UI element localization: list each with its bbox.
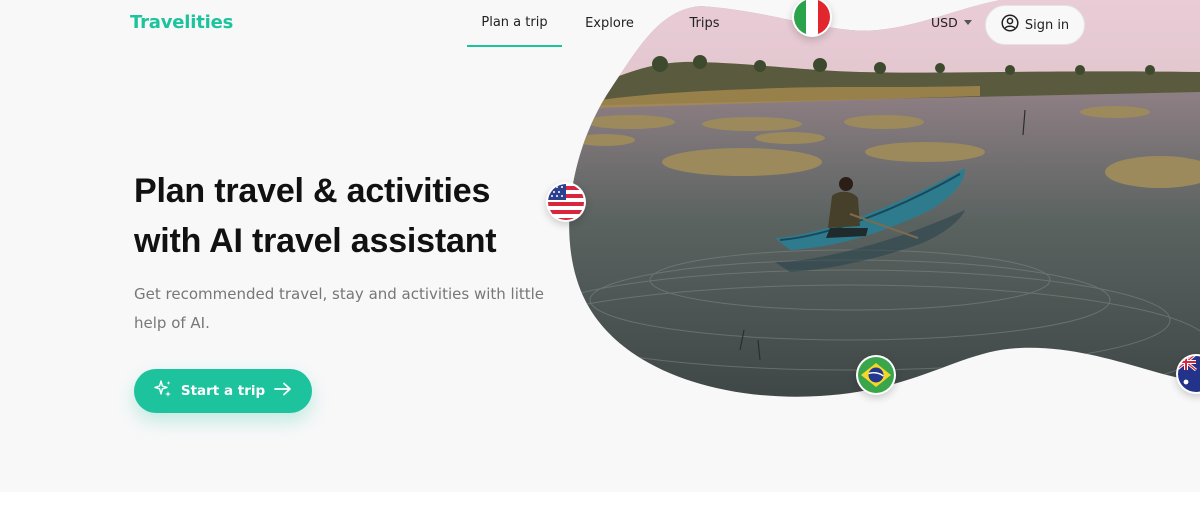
start-trip-button[interactable]: Start a trip xyxy=(134,369,312,413)
italy-flag-icon xyxy=(792,0,832,37)
user-circle-icon xyxy=(1001,14,1019,36)
currency-label: USD xyxy=(931,15,958,30)
hero-title: Plan travel & activities with AI travel … xyxy=(134,166,564,266)
main-nav: Plan a trip Explore Trips xyxy=(467,0,752,47)
start-trip-label: Start a trip xyxy=(180,383,266,399)
hero-subtitle-line-1: Get recommended travel, stay and activit… xyxy=(134,285,545,303)
arrow-right-icon xyxy=(273,381,293,401)
tab-plan-a-trip[interactable]: Plan a trip xyxy=(467,0,562,47)
tab-trips[interactable]: Trips xyxy=(657,0,752,47)
hero-subtitle-line-2: help of AI. xyxy=(134,314,210,332)
caret-down-icon xyxy=(963,20,972,25)
logo[interactable]: Travelities xyxy=(130,12,233,33)
australia-flag-icon xyxy=(1176,354,1200,394)
sign-in-button[interactable]: Sign in xyxy=(985,5,1085,45)
sparkles-icon xyxy=(153,379,173,403)
hero-title-line-1: Plan travel & activities xyxy=(134,172,491,210)
hero-subtitle: Get recommended travel, stay and activit… xyxy=(134,280,554,338)
page: Travelities Plan a trip Explore Trips US… xyxy=(0,0,1200,492)
sign-in-label: Sign in xyxy=(1024,17,1070,33)
hero-title-line-2: with AI travel assistant xyxy=(134,222,497,260)
page-bottom-section xyxy=(0,492,1200,517)
brazil-flag-icon xyxy=(856,355,896,395)
currency-selector[interactable]: USD xyxy=(931,15,972,30)
tab-explore[interactable]: Explore xyxy=(562,0,657,47)
